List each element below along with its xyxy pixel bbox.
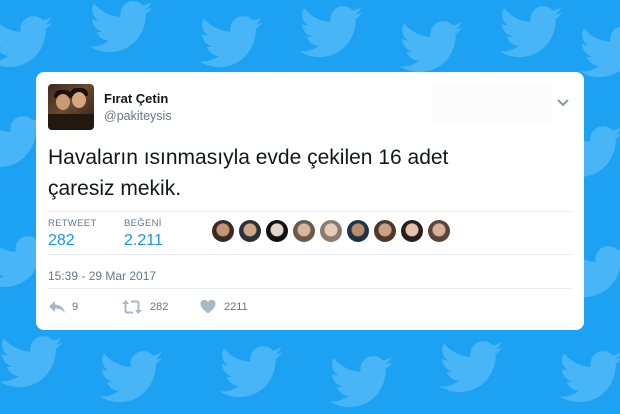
author-handle[interactable]: @pakiteysis (104, 109, 172, 123)
twitter-bird-icon (200, 16, 263, 68)
tweet-text-line: Havaların ısınmasıyla evde çekilen 16 ad… (48, 146, 449, 169)
retweet-stat-label: RETWEET (48, 218, 97, 229)
tweet-card: Fırat Çetin @pakiteysis Havaların ısınma… (36, 72, 584, 330)
twitter-bird-icon (500, 6, 563, 58)
liker-avatar[interactable] (347, 220, 369, 242)
twitter-bird-icon (100, 351, 163, 403)
liker-avatar[interactable] (293, 220, 315, 242)
divider (48, 254, 572, 255)
follow-button-area (432, 84, 552, 124)
twitter-bird-icon (300, 6, 363, 58)
like-stat-count[interactable]: 2.211 (124, 232, 163, 250)
retweet-stat-count[interactable]: 282 (48, 232, 75, 250)
like-stat-label: BEĞENİ (124, 218, 162, 229)
twitter-bird-icon (440, 341, 503, 393)
heart-icon (200, 299, 216, 314)
tweet-text: Havaların ısınmasıyla evde çekilen 16 ad… (48, 142, 568, 204)
liker-avatar[interactable] (239, 220, 261, 242)
twitter-bird-icon (580, 26, 620, 78)
reply-icon (49, 301, 65, 313)
tweet-timestamp[interactable]: 15:39 - 29 Mar 2017 (48, 269, 156, 283)
twitter-bird-icon (560, 351, 620, 403)
chevron-down-icon[interactable] (556, 98, 570, 108)
twitter-bird-icon (0, 16, 53, 68)
liker-avatar[interactable] (428, 220, 450, 242)
twitter-bird-icon (330, 356, 393, 408)
author-avatar[interactable] (48, 84, 94, 130)
divider (48, 288, 572, 289)
twitter-bird-icon (90, 1, 153, 53)
liker-avatar[interactable] (374, 220, 396, 242)
liker-avatar[interactable] (266, 220, 288, 242)
retweet-action-count: 282 (150, 301, 169, 313)
twitter-bird-icon (400, 21, 463, 73)
twitter-bird-icon (0, 336, 63, 388)
liker-avatar[interactable] (401, 220, 423, 242)
liker-avatar[interactable] (212, 220, 234, 242)
like-action-count: 2211 (224, 301, 248, 313)
reply-count: 9 (72, 301, 79, 313)
author-display-name[interactable]: Fırat Çetin (104, 91, 168, 106)
twitter-bird-icon (220, 346, 283, 398)
retweet-icon (122, 300, 142, 314)
liker-avatar[interactable] (320, 220, 342, 242)
tweet-text-line: çaresiz mekik. (48, 177, 182, 200)
divider (48, 211, 572, 212)
